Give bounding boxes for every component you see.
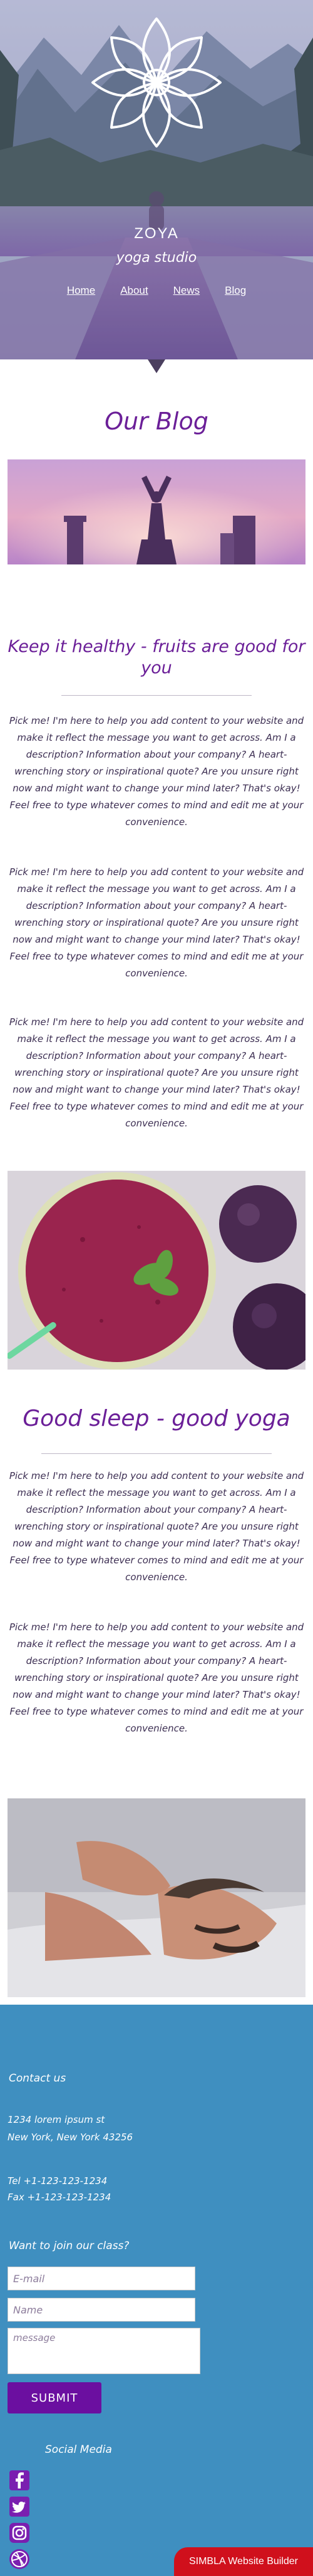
website-builder-badge[interactable]: SIMBLA Website Builder (174, 2547, 313, 2576)
hero-notch-arrow (148, 359, 165, 373)
title-divider (41, 1453, 272, 1454)
yoga-sunset-image (8, 459, 305, 564)
post-paragraph: Pick me! I'm here to help you add conten… (9, 1470, 304, 1583)
post-paragraph: Pick me! I'm here to help you add conten… (9, 866, 304, 979)
message-field[interactable] (8, 2328, 200, 2374)
instagram-icon[interactable] (9, 2522, 30, 2543)
nav-home-link[interactable]: Home (67, 284, 95, 297)
dribbble-icon[interactable] (9, 2548, 30, 2570)
name-field[interactable] (8, 2298, 195, 2322)
nav-about-link[interactable]: About (120, 284, 148, 297)
post-paragraph: Pick me! I'm here to help you add conten… (9, 1016, 304, 1129)
nav-news-link[interactable]: News (173, 284, 200, 297)
phone-number: Tel +1-123-123-1234 (8, 2175, 108, 2187)
lotus-logo[interactable] (86, 13, 227, 153)
social-media-heading: Social Media (45, 2443, 112, 2456)
email-field[interactable] (8, 2267, 195, 2290)
blog-heading: Our Blog (105, 408, 208, 435)
address-line-2: New York, New York 43256 (8, 2132, 133, 2143)
post-paragraph: Pick me! I'm here to help you add conten… (9, 715, 304, 828)
post-paragraph: Pick me! I'm here to help you add conten… (9, 1621, 304, 1734)
post-title: Good sleep - good yoga (23, 1406, 290, 1431)
brand-name: ZOYA (134, 225, 179, 242)
site-footer (0, 2005, 313, 2576)
main-nav: Home About News Blog (0, 284, 313, 297)
submit-button[interactable]: SUBMIT (8, 2382, 101, 2413)
join-class-heading: Want to join our class? (9, 2240, 130, 2252)
fax-number: Fax +1-123-123-1234 (8, 2192, 111, 2203)
post-title: Keep it healthy - fruits are good for yo… (8, 637, 305, 678)
hero-banner: ZOYA yoga studio Home About News Blog (0, 0, 313, 359)
brand-tagline: yoga studio (116, 250, 197, 266)
nav-blog-link[interactable]: Blog (225, 284, 246, 297)
smoothie-image (8, 1171, 305, 1370)
facebook-icon[interactable] (9, 2470, 30, 2491)
title-divider (61, 695, 252, 696)
address-line-1: 1234 lorem ipsum st (8, 2114, 105, 2125)
twitter-icon[interactable] (9, 2496, 30, 2517)
sleeping-man-image (8, 1798, 305, 1997)
contact-heading: Contact us (9, 2072, 66, 2085)
